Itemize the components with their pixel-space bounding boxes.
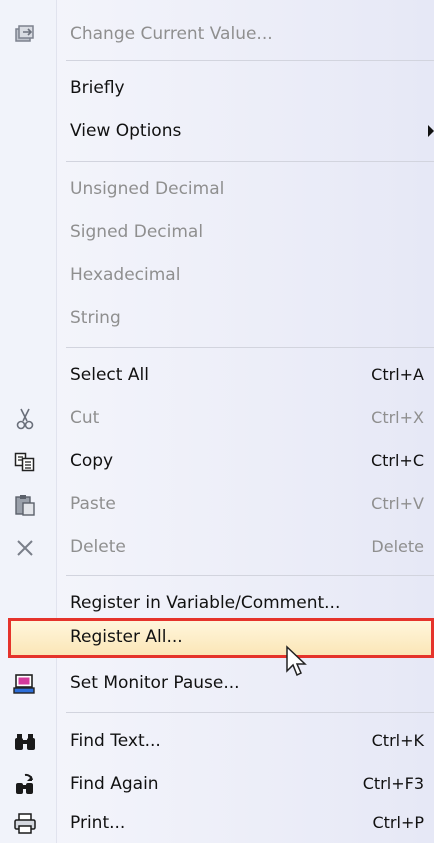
separator (66, 161, 434, 162)
printer-icon (12, 811, 38, 837)
edit-value-icon (12, 22, 38, 48)
menu-item-label: Register in Variable/Comment... (70, 593, 341, 613)
menu-item-register-all[interactable]: Register All... (0, 618, 434, 658)
menu-item-string[interactable]: String (0, 299, 434, 339)
menu-item-change-current-value[interactable]: Change Current Value... (0, 15, 434, 55)
menu-item-label: Hexadecimal (70, 265, 181, 285)
shortcut-label: Ctrl+K (371, 731, 424, 750)
menu-item-set-monitor-pause[interactable]: Set Monitor Pause... (0, 664, 434, 704)
separator (66, 60, 434, 61)
context-menu: Change Current Value... Briefly View Opt… (0, 0, 434, 843)
find-again-icon (12, 772, 38, 798)
separator (66, 347, 434, 348)
menu-item-label: Signed Decimal (70, 222, 204, 242)
submenu-arrow-icon (428, 125, 434, 137)
menu-item-label: View Options (70, 121, 182, 141)
menu-item-print[interactable]: Print... Ctrl+P (0, 804, 434, 844)
delete-x-icon (12, 535, 38, 561)
clipboard-icon (12, 492, 38, 518)
menu-item-copy[interactable]: Copy Ctrl+C (0, 442, 434, 482)
separator (66, 712, 434, 713)
menu-item-label: Find Text... (70, 731, 161, 751)
menu-item-label: Copy (70, 451, 114, 471)
shortcut-label: Ctrl+V (371, 494, 424, 513)
menu-item-select-all[interactable]: Select All Ctrl+A (0, 356, 434, 396)
menu-item-label: Find Again (70, 774, 159, 794)
menu-item-label: Print... (70, 813, 126, 833)
menu-item-cut[interactable]: Cut Ctrl+X (0, 399, 434, 439)
menu-item-hexadecimal[interactable]: Hexadecimal (0, 256, 434, 296)
shortcut-label: Ctrl+X (371, 408, 424, 427)
monitor-pause-icon (12, 671, 38, 697)
menu-item-briefly[interactable]: Briefly (0, 69, 434, 109)
menu-item-label: Delete (70, 537, 126, 557)
menu-item-label: Select All (70, 365, 149, 385)
menu-item-find-text[interactable]: Find Text... Ctrl+K (0, 722, 434, 762)
mouse-cursor-icon (286, 645, 307, 677)
menu-item-signed-decimal[interactable]: Signed Decimal (0, 213, 434, 253)
menu-item-label: Register All... (70, 627, 183, 647)
shortcut-label: Ctrl+P (372, 813, 424, 832)
menu-item-label: Cut (70, 408, 100, 428)
menu-item-label: String (70, 308, 121, 328)
menu-item-find-again[interactable]: Find Again Ctrl+F3 (0, 765, 434, 805)
menu-item-unsigned-decimal[interactable]: Unsigned Decimal (0, 170, 434, 210)
separator (66, 575, 434, 576)
shortcut-label: Ctrl+C (370, 451, 424, 470)
menu-item-label: Change Current Value... (70, 24, 273, 44)
copy-icon (12, 449, 38, 475)
menu-item-label: Briefly (70, 78, 125, 98)
menu-item-delete[interactable]: Delete Delete (0, 528, 434, 568)
binoculars-icon (12, 729, 38, 755)
menu-item-label: Set Monitor Pause... (70, 673, 240, 693)
menu-item-view-options[interactable]: View Options (0, 112, 434, 152)
shortcut-label: Delete (371, 537, 424, 556)
shortcut-label: Ctrl+F3 (362, 774, 424, 793)
scissors-icon (12, 406, 38, 432)
shortcut-label: Ctrl+A (371, 365, 424, 384)
menu-item-label: Unsigned Decimal (70, 179, 225, 199)
menu-item-label: Paste (70, 494, 116, 514)
menu-item-paste[interactable]: Paste Ctrl+V (0, 485, 434, 525)
